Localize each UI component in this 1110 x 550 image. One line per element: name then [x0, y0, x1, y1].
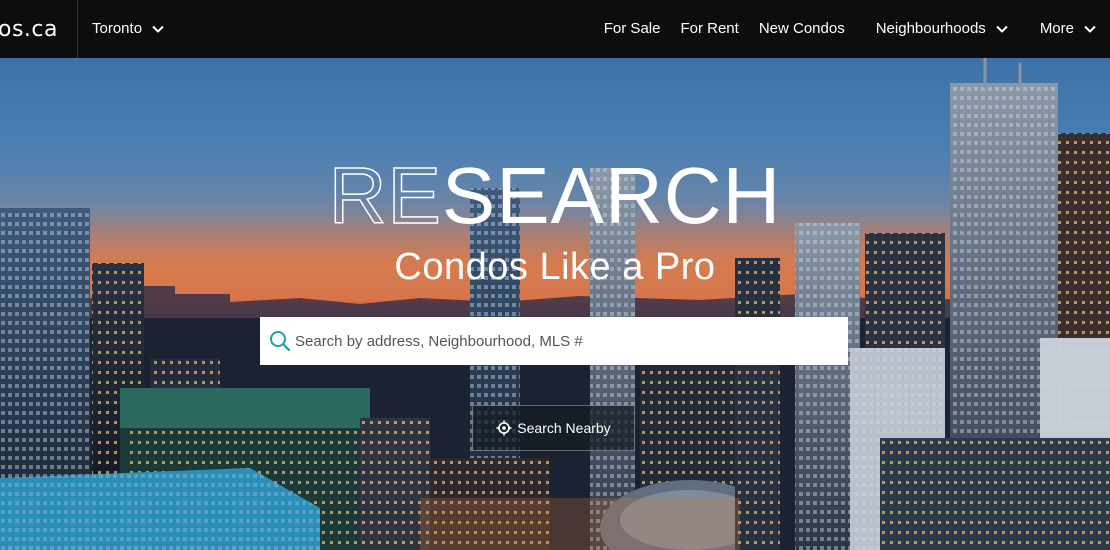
nav-for-rent-label: For Rent: [680, 20, 739, 37]
chevron-down-icon: [152, 25, 164, 33]
city-selector[interactable]: Toronto: [92, 20, 164, 37]
search-nearby-label: Search Nearby: [517, 420, 611, 436]
search-input[interactable]: [295, 318, 848, 364]
search-nearby-button[interactable]: Search Nearby: [472, 405, 635, 451]
hero-headline: RESEARCH: [0, 155, 1110, 237]
search-icon: [270, 331, 291, 352]
top-nav-bar: os.ca Toronto For Sale For Rent New Cond…: [0, 0, 1110, 58]
nav-more[interactable]: More: [1040, 20, 1096, 37]
hero-subheadline: Condos Like a Pro: [394, 246, 716, 288]
nav-neighbourhoods-label: Neighbourhoods: [875, 20, 986, 37]
hero-section: RESEARCH Condos Like a Pro Search Nearby: [0, 58, 1110, 550]
logo-text: os.ca: [0, 17, 58, 42]
chevron-down-icon: [996, 25, 1008, 33]
headline-outline-part: RE: [328, 151, 442, 240]
nav-neighbourhoods[interactable]: Neighbourhoods: [876, 20, 1008, 37]
nav-for-rent[interactable]: For Rent: [680, 20, 738, 37]
crosshair-icon: [496, 420, 512, 436]
nav-for-sale[interactable]: For Sale: [604, 20, 661, 37]
search-bar: [260, 317, 848, 365]
nav-new-condos-label: New Condos: [758, 20, 845, 37]
site-logo[interactable]: os.ca: [0, 0, 78, 58]
nav-new-condos[interactable]: New Condos: [759, 20, 845, 37]
nav-for-sale-label: For Sale: [603, 20, 661, 37]
main-nav: For Sale For Rent New Condos Neighbourho…: [584, 20, 1110, 37]
headline-solid-part: SEARCH: [441, 151, 782, 240]
city-skyline-background: [0, 58, 1110, 550]
chevron-down-icon: [1084, 25, 1096, 33]
nav-more-label: More: [1039, 20, 1074, 37]
city-label: Toronto: [92, 20, 143, 37]
